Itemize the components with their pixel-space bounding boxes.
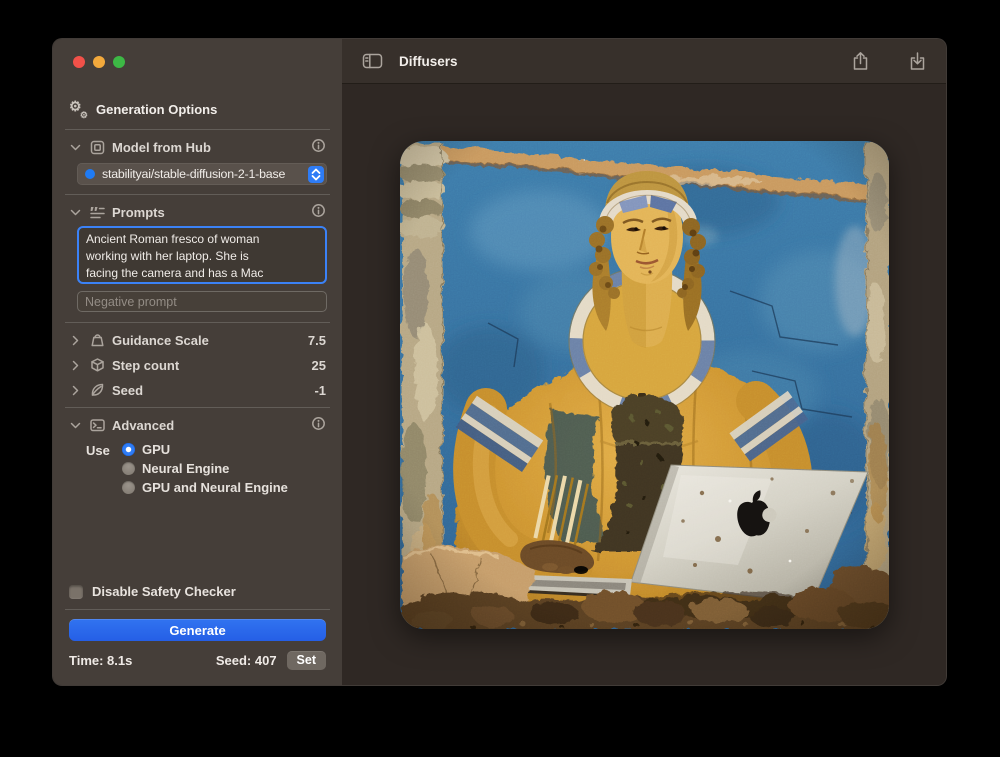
chevron-down-icon[interactable] (69, 207, 82, 218)
seed-row: Seed -1 (69, 382, 326, 398)
radio-selected-icon[interactable] (122, 443, 135, 456)
radio-gpu-label: GPU (142, 442, 170, 457)
status-bar: Time: 8.1s Seed: 407 Set (69, 651, 326, 670)
compute-unit-group: Use GPU Neural Engine GPU and Neural Eng… (86, 442, 330, 494)
generation-options-header: ⚙⚙ Generation Options (69, 101, 326, 117)
chevron-right-icon[interactable] (69, 335, 82, 346)
disable-safety-checker-row[interactable]: Disable Safety Checker (69, 584, 326, 599)
cube-icon (88, 357, 106, 373)
chevron-right-icon[interactable] (69, 385, 82, 396)
window-controls (65, 39, 330, 68)
seed-value: -1 (314, 383, 326, 398)
step-count-value: 25 (312, 358, 326, 373)
chevron-down-icon[interactable] (69, 420, 82, 431)
chip-icon (88, 139, 106, 156)
model-from-hub-row: Model from Hub (69, 139, 326, 155)
divider (65, 407, 330, 408)
text-quote-icon (88, 205, 106, 220)
divider (65, 194, 330, 195)
radio-unselected-icon[interactable] (122, 462, 135, 475)
info-icon[interactable] (311, 203, 326, 221)
toggle-sidebar-button[interactable] (362, 52, 383, 70)
chevron-down-icon[interactable] (69, 142, 82, 153)
toolbar: Diffusers (342, 39, 946, 84)
disable-safety-checkbox[interactable] (69, 585, 83, 599)
radio-neural-engine[interactable]: Neural Engine (122, 461, 288, 475)
advanced-label: Advanced (112, 418, 174, 433)
step-count-row: Step count 25 (69, 357, 326, 373)
sidebar: ⚙⚙ Generation Options Model from Hub sta… (53, 39, 342, 685)
guidance-scale-label: Guidance Scale (112, 333, 209, 348)
disable-safety-checker-label: Disable Safety Checker (92, 584, 236, 599)
prompts-row: Prompts (69, 204, 326, 220)
leaf-icon (88, 382, 106, 398)
info-icon[interactable] (311, 416, 326, 434)
advanced-row: Advanced (69, 417, 326, 433)
app-window: ⚙⚙ Generation Options Model from Hub sta… (52, 38, 947, 686)
zoom-window-button[interactable] (113, 56, 125, 68)
weight-scale-icon (88, 332, 106, 348)
guidance-scale-value: 7.5 (308, 333, 326, 348)
step-count-label: Step count (112, 358, 179, 373)
model-status-dot (85, 169, 95, 179)
minimize-window-button[interactable] (93, 56, 105, 68)
radio-gpu-and-neural-engine[interactable]: GPU and Neural Engine (122, 480, 288, 494)
radio-gpu-and-neural-engine-label: GPU and Neural Engine (142, 480, 288, 495)
model-from-hub-label: Model from Hub (112, 140, 211, 155)
chevron-right-icon[interactable] (69, 360, 82, 371)
window-title: Diffusers (399, 54, 458, 69)
prompt-input[interactable]: Ancient Roman fresco of woman working wi… (77, 226, 327, 284)
use-label: Use (86, 442, 112, 494)
set-seed-button[interactable]: Set (287, 651, 326, 670)
gears-icon: ⚙⚙ (69, 101, 87, 117)
share-button[interactable] (852, 51, 869, 71)
terminal-icon (88, 417, 106, 433)
radio-unselected-icon[interactable] (122, 481, 135, 494)
sidebar-bottom: Disable Safety Checker Generate Time: 8.… (65, 584, 330, 670)
divider (65, 609, 330, 610)
radio-gpu[interactable]: GPU (122, 442, 288, 456)
model-select-value: stabilityai/stable-diffusion-2-1-base (102, 167, 301, 181)
negative-prompt-input[interactable] (77, 291, 327, 312)
generate-button[interactable]: Generate (69, 619, 326, 641)
generated-image (400, 141, 889, 629)
main-panel: Diffusers (342, 39, 946, 685)
prompts-label: Prompts (112, 205, 165, 220)
radio-neural-engine-label: Neural Engine (142, 461, 229, 476)
image-canvas-area (342, 84, 946, 685)
close-window-button[interactable] (73, 56, 85, 68)
divider (65, 322, 330, 323)
seed-status: Seed: 407 (216, 653, 277, 668)
guidance-scale-row: Guidance Scale 7.5 (69, 332, 326, 348)
info-icon[interactable] (311, 138, 326, 156)
divider (65, 129, 330, 130)
save-image-button[interactable] (909, 51, 926, 71)
fresco-artwork (400, 141, 889, 629)
stepper-icon[interactable] (308, 166, 324, 183)
seed-label: Seed (112, 383, 143, 398)
model-select[interactable]: stabilityai/stable-diffusion-2-1-base (77, 163, 327, 185)
generation-options-title: Generation Options (96, 102, 217, 117)
time-status: Time: 8.1s (69, 653, 132, 668)
